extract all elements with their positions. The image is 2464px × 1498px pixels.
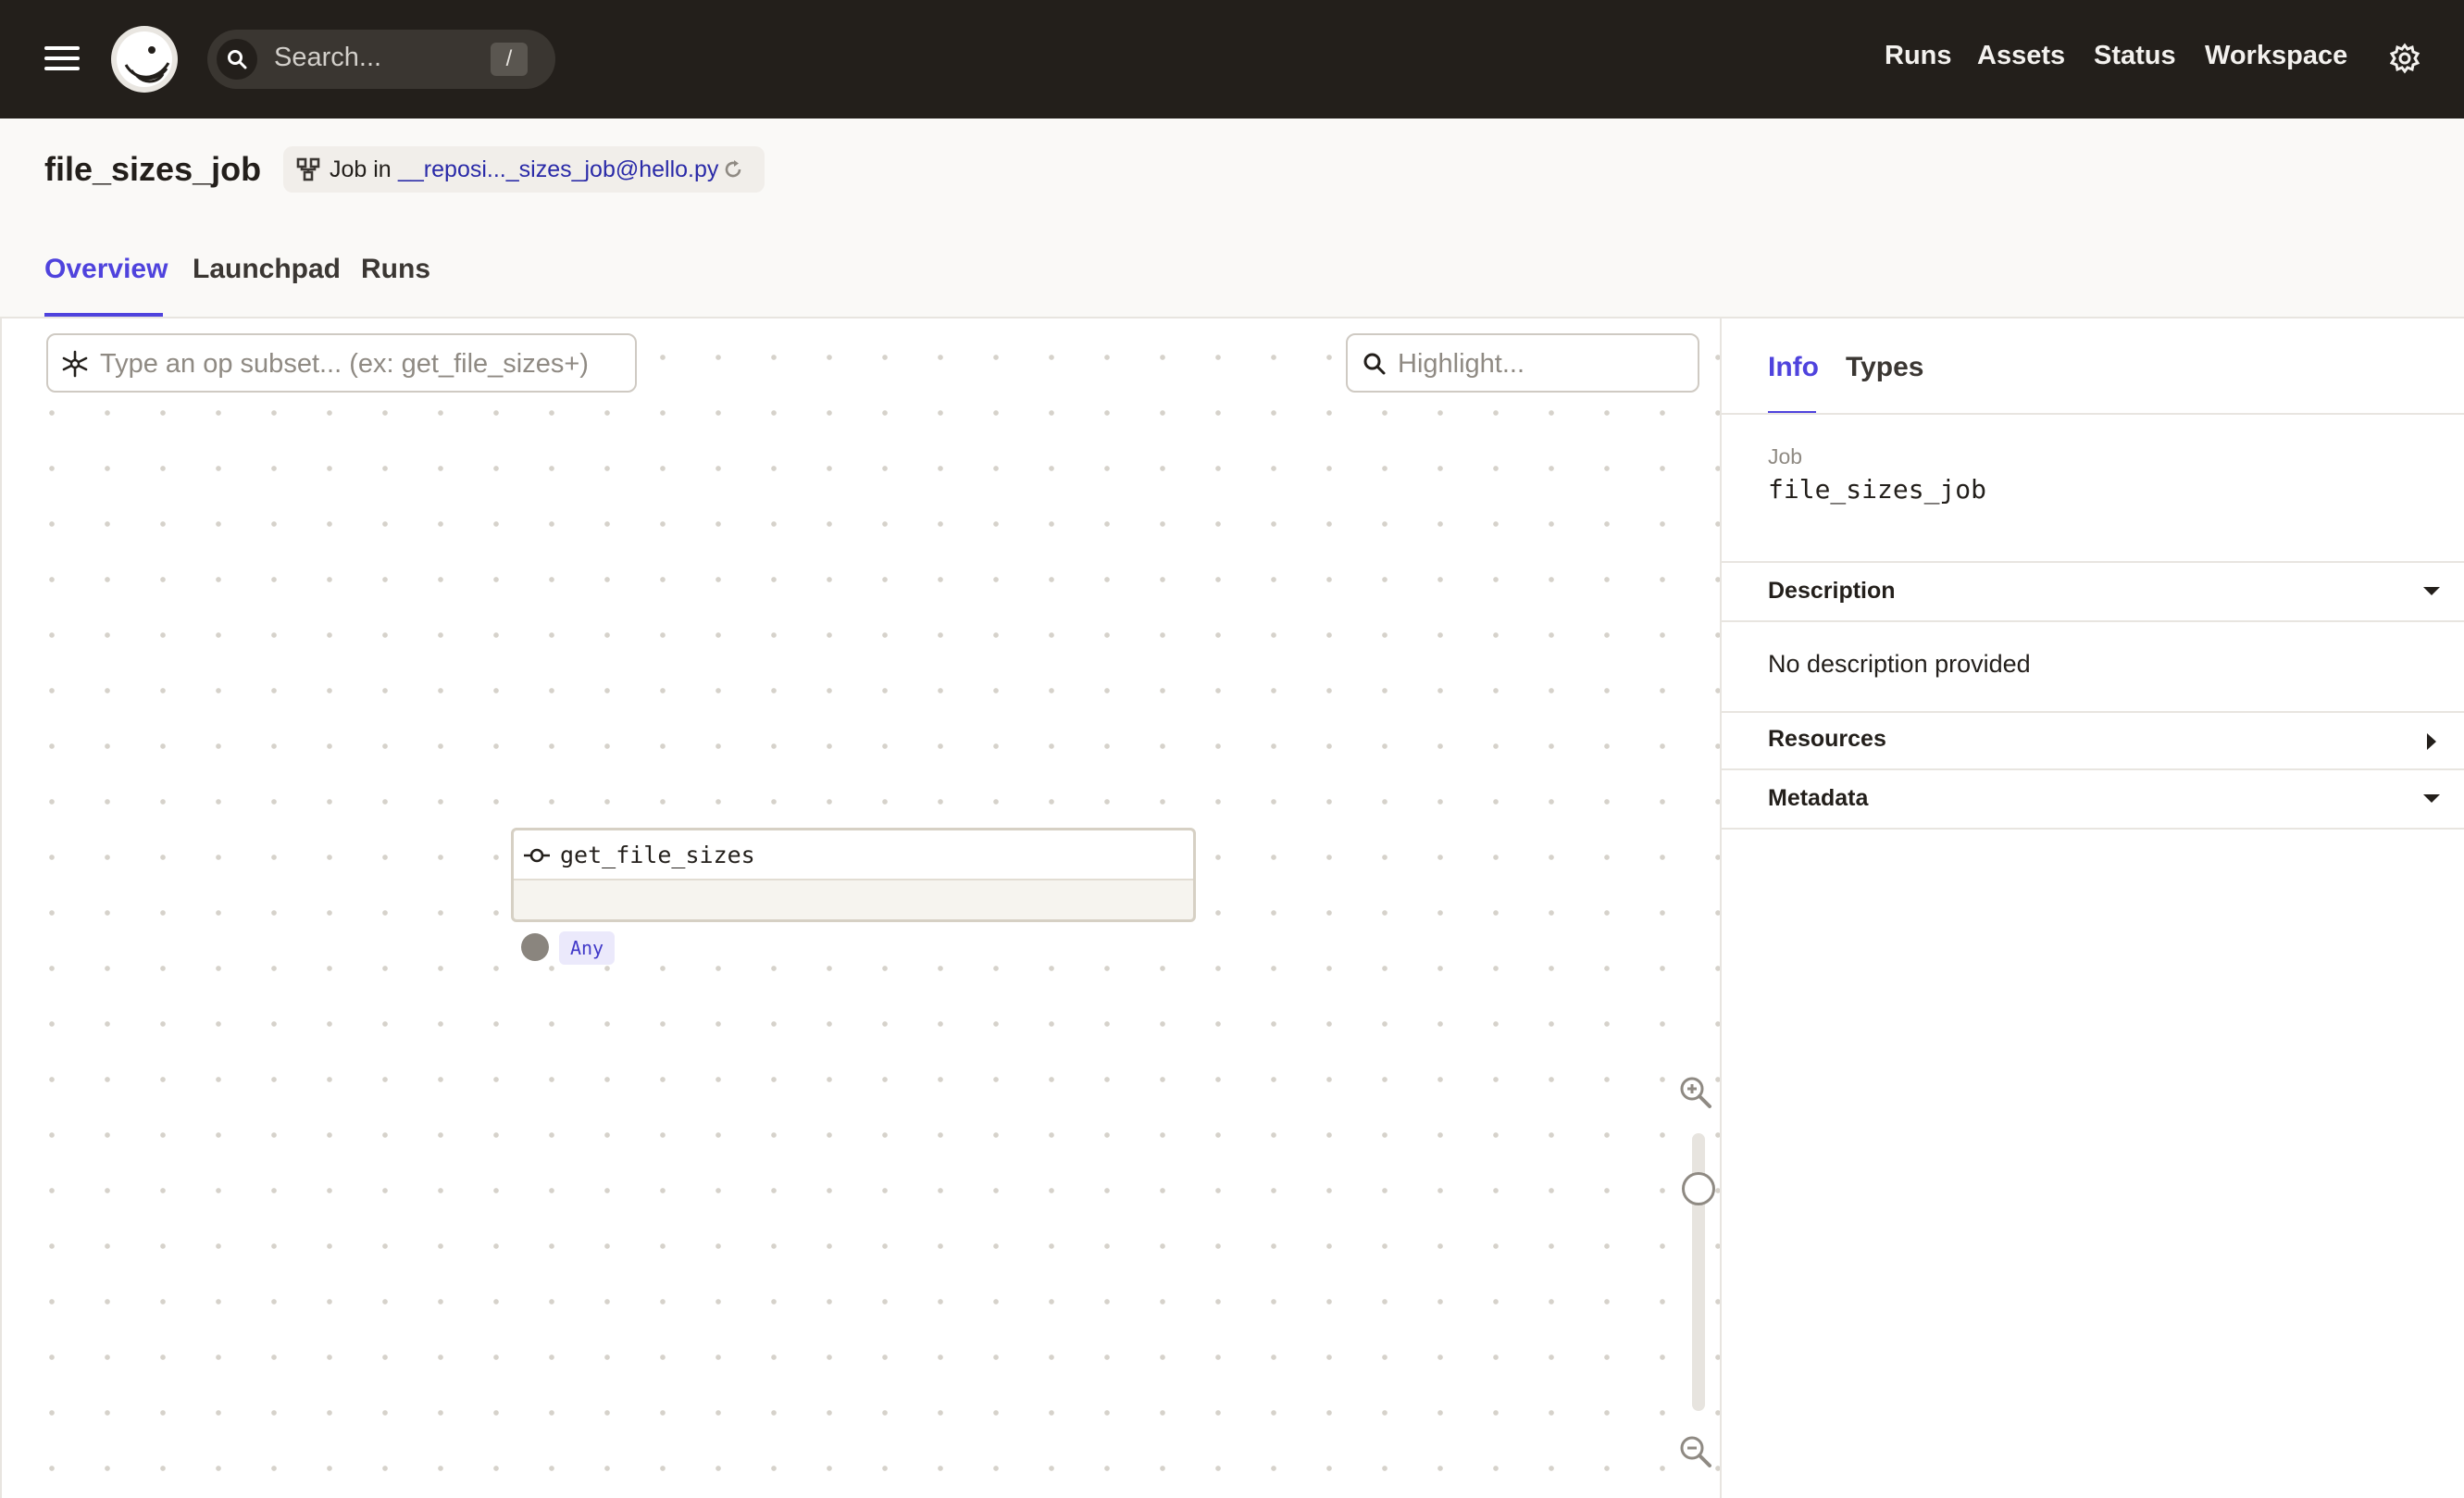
nav-status[interactable]: Status xyxy=(2094,41,2176,71)
search-icon xyxy=(228,50,247,69)
tab-launchpad[interactable]: Launchpad xyxy=(193,254,341,285)
caret-right-icon xyxy=(2427,733,2436,750)
zoom-out-icon[interactable] xyxy=(1677,1433,1714,1470)
highlight-input[interactable]: Highlight... xyxy=(1346,333,1699,393)
job-location-tag: Job in __reposi..._sizes_job@hello.py xyxy=(283,146,765,193)
job-in-label: Job in xyxy=(330,156,392,182)
app-window: Search... / Runs Assets Status Workspace… xyxy=(0,0,2464,1498)
caret-down-icon xyxy=(2423,587,2440,595)
section-title: Metadata xyxy=(1768,785,1869,811)
sidebar-tab-types[interactable]: Types xyxy=(1846,352,1923,383)
nav-assets[interactable]: Assets xyxy=(1977,41,2065,71)
op-output-port[interactable] xyxy=(521,933,549,961)
nav-runs[interactable]: Runs xyxy=(1885,41,1952,71)
divider xyxy=(1722,828,2464,830)
description-section-header[interactable]: Description xyxy=(1722,563,2464,620)
nav-workspace[interactable]: Workspace xyxy=(2205,41,2347,71)
op-subset-placeholder: Type an op subset... (ex: get_file_sizes… xyxy=(100,349,589,379)
job-label: Job xyxy=(1768,444,1803,468)
active-tab-indicator xyxy=(44,313,163,317)
op-output-type-badge[interactable]: Any xyxy=(559,931,615,965)
op-node-header: get_file_sizes xyxy=(514,830,1193,880)
search-icon xyxy=(1363,353,1386,375)
divider xyxy=(1722,620,2464,622)
dagster-logo[interactable] xyxy=(109,24,180,94)
op-node-name: get_file_sizes xyxy=(560,842,755,868)
op-graph-canvas[interactable]: Type an op subset... (ex: get_file_sizes… xyxy=(0,318,1720,1498)
search-icon-badge xyxy=(217,39,257,80)
right-sidebar: Info Types Job file_sizes_job Descriptio… xyxy=(1720,318,2464,1498)
gear-icon[interactable] xyxy=(2388,42,2421,75)
sidebar-tab-info[interactable]: Info xyxy=(1768,352,1819,383)
metadata-section-header[interactable]: Metadata xyxy=(1722,770,2464,828)
top-navigation-bar: Search... / Runs Assets Status Workspace xyxy=(0,0,2464,119)
op-node-get-file-sizes[interactable]: get_file_sizes xyxy=(511,828,1196,922)
op-icon xyxy=(524,848,550,863)
job-name: file_sizes_job xyxy=(1768,474,1987,505)
op-selector-icon xyxy=(62,350,88,378)
reload-icon[interactable] xyxy=(722,158,744,181)
menu-icon[interactable] xyxy=(44,44,80,72)
resources-section-header[interactable]: Resources xyxy=(1722,711,2464,768)
search-shortcut-key: / xyxy=(491,43,528,76)
page-title: file_sizes_job xyxy=(44,150,262,188)
job-graph-icon xyxy=(296,157,320,181)
caret-down-icon xyxy=(2423,794,2440,803)
section-title: Resources xyxy=(1768,726,1886,752)
zoom-in-icon[interactable] xyxy=(1677,1074,1714,1111)
repository-link[interactable]: __reposi..._sizes_job@hello.py xyxy=(398,156,718,183)
section-title: Description xyxy=(1768,578,1896,604)
op-subset-input[interactable]: Type an op subset... (ex: get_file_sizes… xyxy=(46,333,637,393)
page-header: file_sizes_job Job in __reposi..._sizes_… xyxy=(0,119,2464,318)
highlight-placeholder: Highlight... xyxy=(1398,349,1525,379)
zoom-slider-thumb[interactable] xyxy=(1682,1172,1715,1205)
divider xyxy=(1722,413,2464,415)
tab-runs[interactable]: Runs xyxy=(361,254,430,285)
search-placeholder: Search... xyxy=(274,43,382,72)
description-text: No description provided xyxy=(1768,650,2031,678)
search-bar[interactable]: Search... / xyxy=(207,30,555,89)
tab-overview[interactable]: Overview xyxy=(44,254,168,285)
